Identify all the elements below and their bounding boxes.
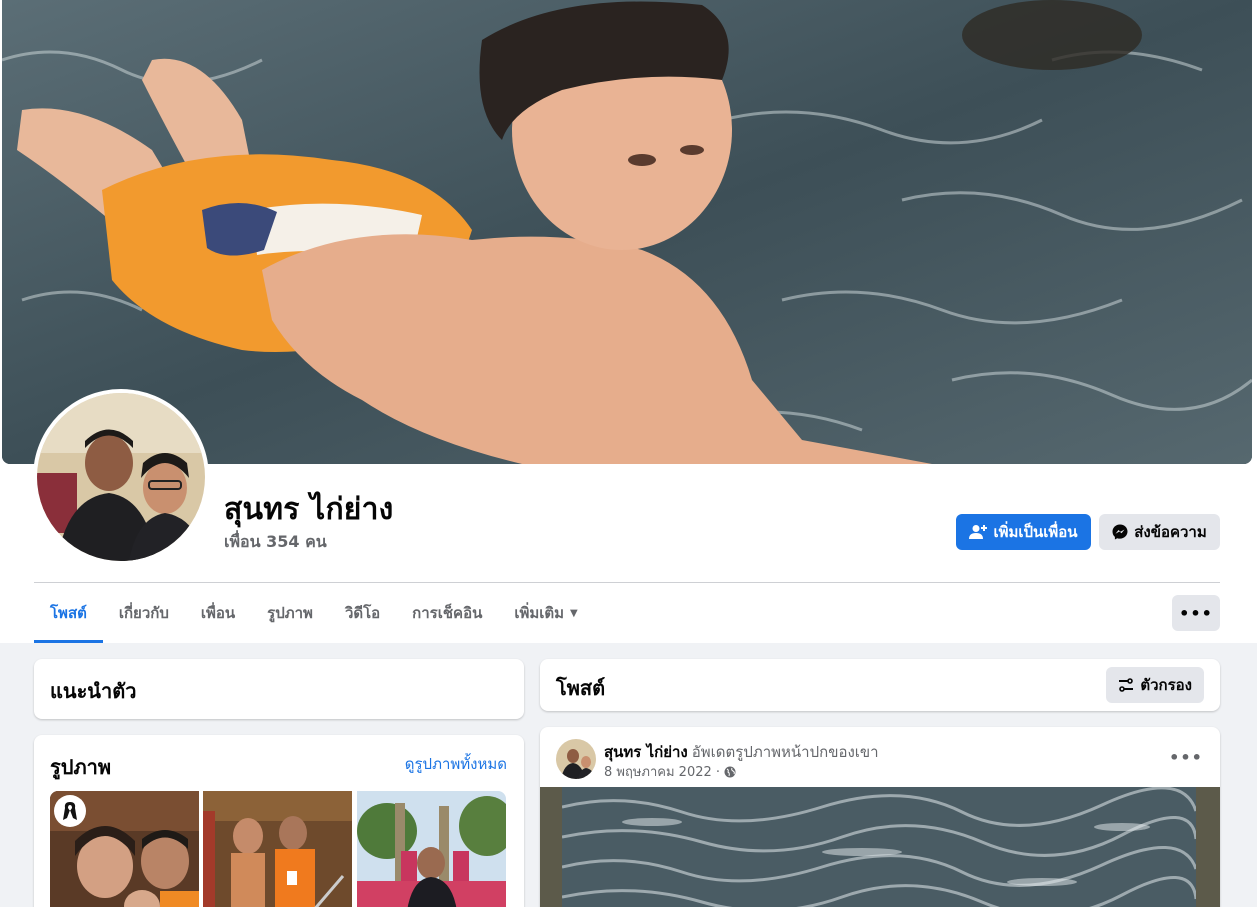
- cover-photo[interactable]: [2, 0, 1252, 464]
- profile-more-button[interactable]: •••: [1172, 595, 1220, 631]
- profile-name: สุนทร ไก่ย่าง: [224, 492, 394, 527]
- post-image[interactable]: [540, 787, 1220, 907]
- photos-card: รูปภาพ ดูรูปภาพทั้งหมด: [34, 735, 524, 907]
- profile-tabs: โพสต์ เกี่ยวกับ เพื่อน รูปภาพ วิดีโอ การ…: [34, 583, 594, 643]
- tab-posts[interactable]: โพสต์: [34, 583, 103, 643]
- tab-videos[interactable]: วิดีโอ: [329, 583, 396, 643]
- filter-button[interactable]: ตัวกรอง: [1106, 667, 1204, 703]
- profile-header: สุนทร ไก่ย่าง เพื่อน 354 คน เพิ่มเป็นเพื…: [0, 0, 1257, 643]
- photo-thumbnail[interactable]: [203, 791, 352, 907]
- post-date[interactable]: 8 พฤษภาคม 2022 ·: [604, 761, 720, 782]
- globe-icon: [724, 766, 736, 777]
- filter-label: ตัวกรอง: [1140, 676, 1192, 694]
- post-action-text: อัพเดตรูปภาพหน้าปกของเขา: [691, 743, 879, 761]
- tab-more[interactable]: เพิ่มเติม ▼: [498, 583, 593, 643]
- add-friend-button[interactable]: เพิ่มเป็นเพื่อน: [956, 514, 1091, 550]
- intro-title: แนะนำตัว: [50, 679, 137, 703]
- messenger-icon: [1112, 524, 1128, 540]
- profile-avatar[interactable]: [33, 389, 209, 565]
- add-friend-icon: [969, 525, 988, 539]
- tab-checkins[interactable]: การเช็คอิน: [396, 583, 498, 643]
- posts-header-card: โพสต์ ตัวกรอง: [540, 659, 1220, 711]
- photo-thumbnail[interactable]: [357, 791, 506, 907]
- posts-title: โพสต์: [556, 676, 606, 700]
- photos-title[interactable]: รูปภาพ: [50, 751, 111, 783]
- post-meta: 8 พฤษภาคม 2022 ·: [604, 761, 736, 782]
- post-options-button[interactable]: •••: [1168, 743, 1204, 771]
- mourning-ribbon-icon: [54, 795, 86, 827]
- post-author[interactable]: สุนทร ไก่ย่าง: [604, 743, 688, 761]
- message-label: ส่งข้อความ: [1134, 523, 1207, 541]
- intro-card: แนะนำตัว: [34, 659, 524, 719]
- photo-thumbnail[interactable]: [50, 791, 199, 907]
- tab-friends[interactable]: เพื่อน: [185, 583, 251, 643]
- tab-about[interactable]: เกี่ยวกับ: [103, 583, 185, 643]
- message-button[interactable]: ส่งข้อความ: [1099, 514, 1220, 550]
- add-friend-label: เพิ่มเป็นเพื่อน: [993, 523, 1078, 541]
- filter-icon: [1119, 678, 1134, 692]
- friend-count[interactable]: เพื่อน 354 คน: [224, 530, 327, 555]
- tab-photos[interactable]: รูปภาพ: [251, 583, 329, 643]
- post-card: สุนทร ไก่ย่าง อัพเดตรูปภาพหน้าปกของเขา 8 …: [540, 727, 1220, 907]
- caret-down-icon: ▼: [570, 607, 578, 619]
- post-author-avatar[interactable]: [556, 739, 596, 779]
- see-all-photos-link[interactable]: ดูรูปภาพทั้งหมด: [405, 752, 507, 776]
